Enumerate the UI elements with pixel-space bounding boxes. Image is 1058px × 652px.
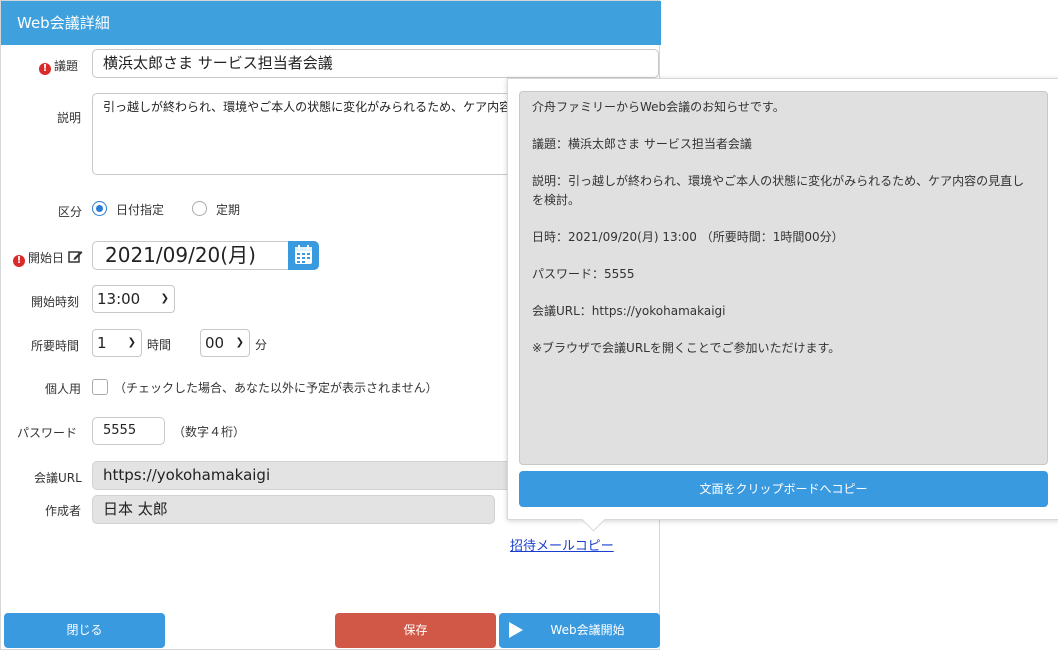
edit-icon[interactable] xyxy=(68,249,83,267)
creator-input: 日本 太郎 xyxy=(92,495,495,524)
meeting-url-label: 会議URL xyxy=(34,471,82,485)
start-date-input[interactable]: 2021/09/20(月) xyxy=(92,241,290,270)
radio-periodic-label: 定期 xyxy=(216,203,241,217)
invite-message-box[interactable]: 介舟ファミリーからWeb会議のお知らせです。 議題：横浜太郎さま サービス担当者… xyxy=(519,91,1048,465)
personal-note: （チェックした場合、あなた以外に予定が表示されません） xyxy=(114,381,438,395)
start-date-label: 開始日 xyxy=(28,251,65,265)
save-button[interactable]: 保存 xyxy=(335,613,496,648)
message-line-url: 会議URL：https://yokohamakaigi xyxy=(532,304,726,318)
required-icon: ! xyxy=(39,63,51,75)
message-line-greeting: 介舟ファミリーからWeb会議のお知らせです。 xyxy=(532,100,785,114)
invite-message-popover: 介舟ファミリーからWeb会議のお知らせです。 議題：横浜太郎さま サービス担当者… xyxy=(507,78,1058,532)
meeting-url-input: https://yokohamakaigi xyxy=(92,461,512,490)
start-time-value: 13:00 xyxy=(97,290,141,308)
invite-email-copy-link[interactable]: 招待メールコピー xyxy=(510,535,614,554)
close-button[interactable]: 閉じる xyxy=(4,613,165,648)
chevron-down-icon: ❯ xyxy=(235,337,244,348)
start-date-label-wrap: ! 開始日 xyxy=(13,249,83,267)
message-line-password: パスワード：5555 xyxy=(532,267,635,281)
radio-date-specified[interactable] xyxy=(92,201,107,216)
personal-checkbox[interactable] xyxy=(92,379,108,395)
radio-periodic[interactable] xyxy=(192,201,207,216)
duration-hours-value: 1 xyxy=(97,334,107,352)
duration-hours-unit: 時間 xyxy=(147,338,172,352)
description-label: 説明 xyxy=(57,111,82,125)
duration-minutes-unit: 分 xyxy=(255,338,268,352)
chevron-down-icon: ❯ xyxy=(127,337,136,348)
start-time-label: 開始時刻 xyxy=(31,295,80,309)
password-input[interactable]: 5555 xyxy=(92,417,165,445)
password-label: パスワード xyxy=(17,426,78,440)
subject-input[interactable]: 横浜太郎さま サービス担当者会議 xyxy=(92,49,659,78)
start-meeting-button[interactable]: Web会議開始 xyxy=(499,613,660,648)
panel-title: Web会議詳細 xyxy=(1,1,661,45)
subject-label: 議題 xyxy=(54,59,79,73)
radio-date-specified-label: 日付指定 xyxy=(116,203,165,217)
personal-label: 個人用 xyxy=(45,382,82,396)
start-meeting-label: Web会議開始 xyxy=(550,623,625,637)
duration-hours-select[interactable]: 1 ❯ xyxy=(92,329,142,357)
duration-minutes-value: 00 xyxy=(205,334,225,352)
required-icon: ! xyxy=(13,255,25,267)
copy-to-clipboard-button[interactable]: 文面をクリップボードへコピー xyxy=(519,471,1048,507)
start-time-select[interactable]: 13:00 ❯ xyxy=(92,285,175,313)
chevron-down-icon: ❯ xyxy=(160,293,169,304)
message-line-description: 説明：引っ越しが終わられ、環境やご本人の状態に変化がみられるため、ケア内容の見直… xyxy=(532,174,1025,207)
duration-label: 所要時間 xyxy=(31,339,80,353)
calendar-icon[interactable] xyxy=(288,241,319,270)
password-hint: （数字４桁） xyxy=(173,425,246,439)
duration-minutes-select[interactable]: 00 ❯ xyxy=(200,329,250,357)
message-line-subject: 議題：横浜太郎さま サービス担当者会議 xyxy=(532,137,752,151)
subject-label-wrap: ! 議題 xyxy=(39,57,78,75)
message-line-datetime: 日時：2021/09/20(月) 13:00 （所要時間：1時間00分） xyxy=(532,230,844,244)
creator-label: 作成者 xyxy=(45,504,82,518)
category-label: 区分 xyxy=(58,205,83,219)
message-line-note: ※ブラウザで会議URLを開くことでご参加いただけます。 xyxy=(532,341,841,355)
play-icon xyxy=(509,622,523,638)
